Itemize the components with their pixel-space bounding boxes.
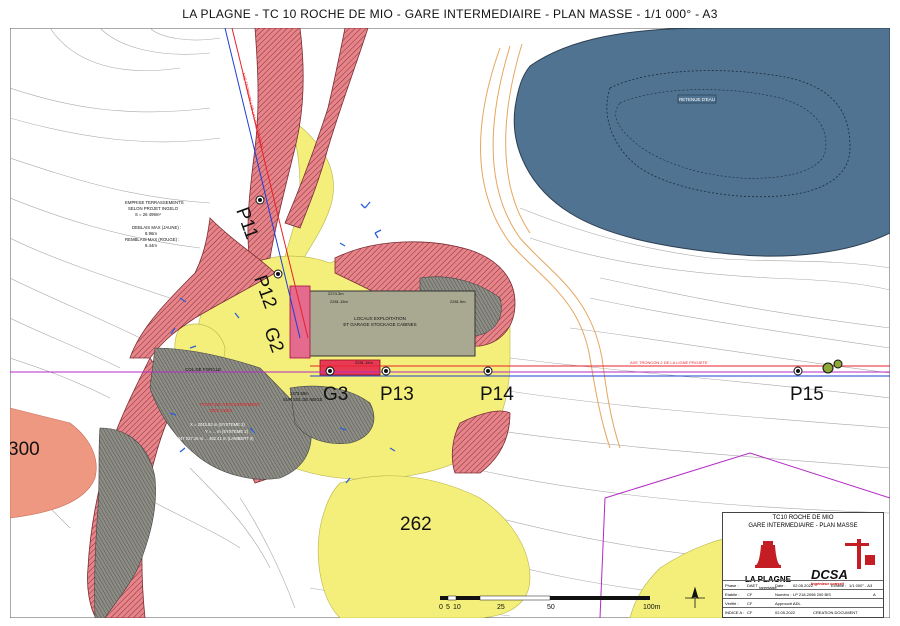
scale-tick-100m: 100m — [643, 604, 661, 611]
emprise-3: S = 26 499m² — [135, 212, 161, 217]
remblais-1: REMBLAIS MAX (ROUGE) : — [125, 237, 179, 242]
pylon-label-g3: G3 — [323, 384, 348, 405]
scale-tick-10: 10 — [453, 604, 461, 611]
zone-label-300: 300 — [10, 439, 40, 460]
reservoir-text: RETENUE D'EAU — [679, 97, 715, 102]
locaux-line1: LOCAUX EXPLOITATION — [354, 316, 406, 321]
title-block-subtitle: GARE INTERMEDIAIRE - PLAN MASSE — [748, 523, 858, 529]
title-block: TC10 ROCHE DE MIO GARE INTERMEDIAIRE - P… — [722, 512, 884, 618]
reservoir-label: RETENUE D'EAU — [677, 94, 717, 104]
scale-tick-25: 25 — [497, 604, 505, 611]
pylon-label-p13: P13 — [380, 384, 414, 405]
coord-1: X = 2043.82 m (SYSTEME 2) — [190, 422, 245, 427]
title-block-row: INDICE A : CF 02.05.2022 CREATION DOCUMENT — [723, 607, 883, 617]
elev-1: 2274.3m — [328, 291, 344, 296]
scale-tick-5: 5 — [446, 604, 450, 611]
remblais-2: 8.44m — [145, 243, 157, 248]
elev-3: 2281.5m — [450, 299, 466, 304]
col-label: COL DE FORCLE — [185, 367, 221, 372]
pylon-label-p15: P15 — [790, 384, 824, 405]
deblais-2: 8.96m — [145, 231, 157, 236]
point-retour-2: DES AXES — [210, 408, 232, 413]
deblais-1: DEBLAIS MAX (JAUNE) : — [132, 225, 181, 230]
elev-4: 2281.15m — [355, 360, 373, 365]
plan-page: { "title": "LA PLAGNE - TC 10 ROCHE DE M… — [0, 0, 900, 626]
elev-2: 2281.15m — [330, 299, 348, 304]
bell-icon — [755, 541, 781, 568]
sur-sol-1: 2273.50m — [290, 391, 309, 396]
axe-est-label: AXE TRONCON 2 DE LA LIGNE PROJETE — [630, 360, 708, 365]
emprise-1: EMPRISE TERRASSEMENTS — [125, 200, 184, 205]
scale-tick-0: 0 — [439, 604, 443, 611]
point-retour-1: POINT DE RETOURNEMENT — [200, 402, 261, 407]
coord-2: Y = ... m (SYSTEME 2) — [205, 429, 249, 434]
pylon-label-p14: P14 — [480, 384, 514, 405]
emprise-2: SELON PROJET INGELO — [128, 206, 179, 211]
plan-title: LA PLAGNE - TC 10 ROCHE DE MIO - GARE IN… — [182, 7, 718, 21]
locaux-line2: ET GARAGE STOCKAGE CABINES — [343, 322, 416, 327]
sur-sol-2: SUR SOL DE NEIGE — [283, 397, 323, 402]
zone-label-262: 262 — [400, 514, 432, 535]
title-block-project: TC10 ROCHE DE MIO — [772, 515, 834, 521]
scale-tick-50: 50 — [547, 604, 555, 611]
coord-3: X = 947 027.16 m ... 452.41 m (LAMBERT I… — [170, 436, 254, 441]
